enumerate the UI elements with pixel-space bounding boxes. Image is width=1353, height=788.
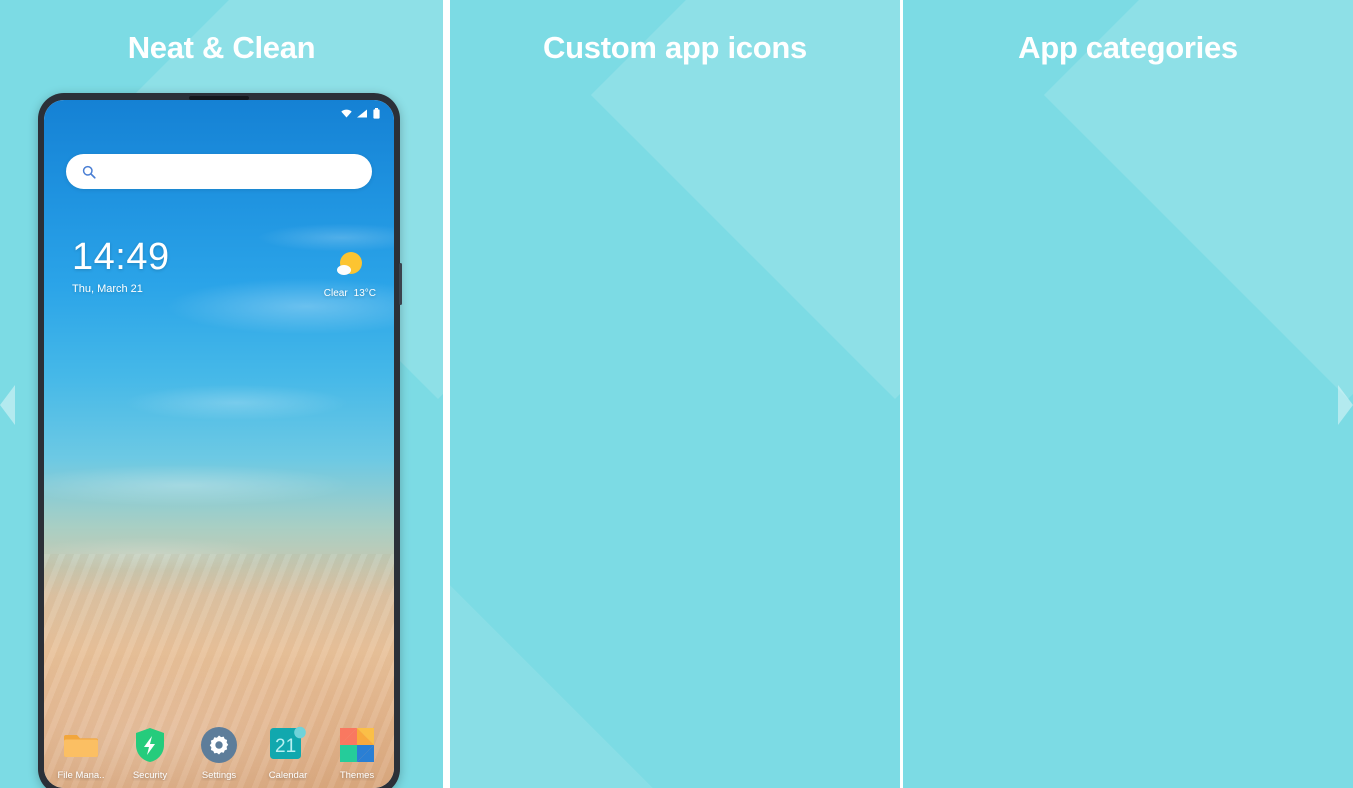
panel-neat-and-clean: Neat & Clean 14:49 Thu, March 21 Clear 1…	[0, 0, 443, 788]
sun-icon	[333, 250, 367, 284]
chevron-left-icon	[0, 385, 15, 425]
signal-icon	[357, 109, 367, 118]
calendar-icon: 21	[269, 726, 307, 764]
search-icon	[82, 165, 96, 179]
panel-title: Custom app icons	[543, 30, 807, 65]
weather-condition: Clear	[323, 288, 348, 299]
themes-icon	[338, 726, 376, 764]
app-calendar[interactable]: 21 Calendar	[257, 726, 319, 781]
panel-custom-app-icons: Custom app icons 2:36 PM Icon Pack	[450, 0, 900, 788]
screenshot-root: Neat & Clean 14:49 Thu, March 21 Clear 1…	[0, 0, 1353, 788]
clock-date: Thu, March 21	[72, 283, 143, 295]
app-file-manager[interactable]: File Mana..	[50, 726, 112, 781]
panel-app-categories: App categories 2:36 PM All Entertainment…	[903, 0, 1353, 788]
app-label: Settings	[201, 770, 237, 781]
app-label: Themes	[339, 770, 375, 781]
app-label: File Mana..	[57, 770, 105, 781]
home-app-row: File Mana.. Security Settings 21 Calenda…	[50, 726, 388, 781]
panel-title: Neat & Clean	[127, 30, 316, 65]
app-label: Security	[132, 770, 168, 781]
panel-title: App categories	[1018, 30, 1238, 65]
phone-screen-1: 14:49 Thu, March 21 Clear 13°C File Mana…	[44, 100, 394, 788]
app-themes[interactable]: Themes	[326, 726, 388, 781]
wifi-icon	[341, 109, 352, 118]
wallpaper-beach	[44, 100, 394, 788]
svg-text:21: 21	[275, 736, 296, 757]
chevron-right-icon	[1338, 385, 1353, 425]
clock-widget[interactable]: 14:49 Thu, March 21	[72, 238, 170, 295]
app-settings[interactable]: Settings	[188, 726, 250, 781]
carousel-prev-button[interactable]	[0, 385, 16, 425]
phone-frame-1: 14:49 Thu, March 21 Clear 13°C File Mana…	[38, 93, 402, 788]
decorative-diagonal-2	[450, 565, 713, 788]
app-security[interactable]: Security	[119, 726, 181, 781]
gear-icon	[200, 726, 238, 764]
battery-icon	[373, 108, 380, 119]
search-input[interactable]	[66, 154, 372, 189]
status-bar	[341, 108, 380, 119]
earpiece-speaker	[189, 96, 249, 100]
clock-time: 14:49	[72, 236, 170, 278]
weather-widget[interactable]: Clear 13°C	[324, 250, 376, 299]
app-label: Calendar	[268, 770, 308, 781]
weather-temperature: 13°C	[353, 288, 376, 299]
shield-bolt-icon	[131, 726, 169, 764]
carousel-next-button[interactable]	[1337, 385, 1353, 425]
folder-icon	[62, 726, 100, 764]
